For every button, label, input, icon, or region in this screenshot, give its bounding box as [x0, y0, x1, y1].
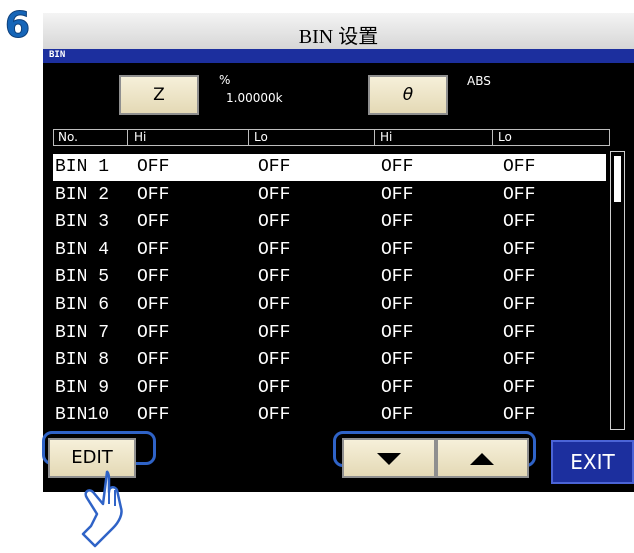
- z-hi-value: OFF: [137, 405, 170, 426]
- theta-hi-value: OFF: [381, 377, 414, 398]
- z-hi-value: OFF: [137, 212, 170, 233]
- exit-button[interactable]: EXIT: [551, 440, 634, 484]
- theta-mode: ABS: [467, 74, 491, 88]
- z-hi-value: OFF: [137, 267, 170, 288]
- z-lo-value: OFF: [258, 405, 291, 426]
- theta-parameter-button[interactable]: θ: [368, 75, 448, 115]
- z-hi-value: OFF: [137, 295, 170, 315]
- z-parameter-button[interactable]: Z: [119, 75, 199, 115]
- bin-number: BIN 8: [55, 350, 110, 371]
- bin-number: BIN 9: [55, 377, 110, 398]
- header-theta-lo: Lo: [498, 130, 512, 144]
- bin-number: BIN 7: [55, 322, 110, 343]
- theta-lo-value: OFF: [503, 377, 536, 398]
- theta-button-label: θ: [402, 85, 414, 105]
- bin-table: BIN 1 OFF OFF OFF OFF BIN 2 OFF OFF OFF OFF BIN 3 O…: [53, 154, 606, 431]
- z-hi-value: OFF: [137, 184, 170, 205]
- page-title: BIN 设置: [298, 26, 379, 48]
- table-row[interactable]: BIN 1 OFF OFF OFF OFF: [53, 154, 606, 181]
- z-reference-value: 1.00000k: [226, 91, 283, 105]
- bin-number: BIN 4: [55, 239, 110, 260]
- table-row[interactable]: BIN 9 OFF OFF OFF OFF: [53, 375, 606, 402]
- theta-hi-value: OFF: [381, 322, 414, 343]
- table-row[interactable]: BIN 5 OFF OFF OFF OFF: [53, 264, 606, 291]
- table-row[interactable]: BIN 2 OFF OFF OFF OFF: [53, 182, 606, 209]
- scroll-down-button[interactable]: [342, 438, 436, 478]
- theta-lo-value: OFF: [503, 350, 536, 371]
- theta-lo-value: OFF: [503, 157, 536, 177]
- theta-lo-value: OFF: [503, 212, 536, 233]
- theta-hi-value: OFF: [381, 350, 414, 371]
- bin-number: BIN 3: [55, 212, 110, 233]
- theta-hi-value: OFF: [381, 267, 414, 288]
- table-row[interactable]: BIN 6 OFF OFF OFF OFF: [53, 292, 606, 319]
- theta-hi-value: OFF: [381, 405, 414, 426]
- theta-lo-value: OFF: [503, 239, 536, 260]
- screen-label: BIN: [49, 50, 66, 60]
- z-lo-value: OFF: [258, 295, 291, 315]
- header-z-hi: Hi: [134, 130, 147, 144]
- theta-lo-value: OFF: [503, 295, 536, 315]
- scroll-up-button[interactable]: [436, 438, 529, 478]
- theta-hi-value: OFF: [381, 184, 414, 205]
- theta-lo-value: OFF: [503, 405, 536, 426]
- scrollbar-thumb[interactable]: [614, 156, 621, 202]
- table-row[interactable]: BIN 3 OFF OFF OFF OFF: [53, 209, 606, 236]
- z-hi-value: OFF: [137, 322, 170, 343]
- table-header: No. Hi Lo Hi Lo: [53, 129, 610, 146]
- z-hi-value: OFF: [137, 239, 170, 260]
- header-no: No.: [58, 130, 78, 144]
- edit-button-label: EDIT: [71, 447, 113, 468]
- pointing-hand-icon: [81, 470, 123, 548]
- z-lo-value: OFF: [258, 350, 291, 371]
- z-lo-value: OFF: [258, 157, 291, 177]
- header-z-lo: Lo: [254, 130, 268, 144]
- z-hi-value: OFF: [137, 377, 170, 398]
- z-hi-value: OFF: [137, 157, 170, 177]
- z-lo-value: OFF: [258, 212, 291, 233]
- z-hi-value: OFF: [137, 350, 170, 371]
- table-row[interactable]: BIN 4 OFF OFF OFF OFF: [53, 237, 606, 264]
- table-row[interactable]: BIN 8 OFF OFF OFF OFF: [53, 347, 606, 374]
- bin-number: BIN10: [55, 405, 110, 426]
- z-lo-value: OFF: [258, 239, 291, 260]
- table-row[interactable]: BIN10 OFF OFF OFF OFF: [53, 402, 606, 429]
- z-unit: %: [219, 73, 231, 87]
- arrow-down-icon: [377, 453, 401, 465]
- theta-hi-value: OFF: [381, 295, 414, 315]
- arrow-up-icon: [470, 453, 494, 465]
- theta-lo-value: OFF: [503, 267, 536, 288]
- z-button-label: Z: [153, 85, 165, 105]
- z-lo-value: OFF: [258, 377, 291, 398]
- theta-lo-value: OFF: [503, 322, 536, 343]
- z-lo-value: OFF: [258, 184, 291, 205]
- title-bar: BIN 设置: [43, 13, 634, 50]
- z-lo-value: OFF: [258, 322, 291, 343]
- scrollbar[interactable]: [610, 151, 625, 430]
- theta-hi-value: OFF: [381, 157, 414, 177]
- bin-screen: BIN Z % 1.00000k θ ABS No. Hi Lo Hi Lo B…: [43, 49, 634, 492]
- bin-number: BIN 5: [55, 267, 110, 288]
- step-number: 6: [5, 5, 31, 46]
- z-lo-value: OFF: [258, 267, 291, 288]
- exit-button-label: EXIT: [570, 450, 615, 474]
- bin-number: BIN 2: [55, 184, 110, 205]
- theta-hi-value: OFF: [381, 239, 414, 260]
- theta-hi-value: OFF: [381, 212, 414, 233]
- header-theta-hi: Hi: [380, 130, 393, 144]
- bin-number: BIN 6: [55, 295, 110, 315]
- theta-lo-value: OFF: [503, 184, 536, 205]
- screen-label-band: BIN: [43, 49, 634, 63]
- table-row[interactable]: BIN 7 OFF OFF OFF OFF: [53, 320, 606, 347]
- bin-number: BIN 1: [55, 157, 110, 177]
